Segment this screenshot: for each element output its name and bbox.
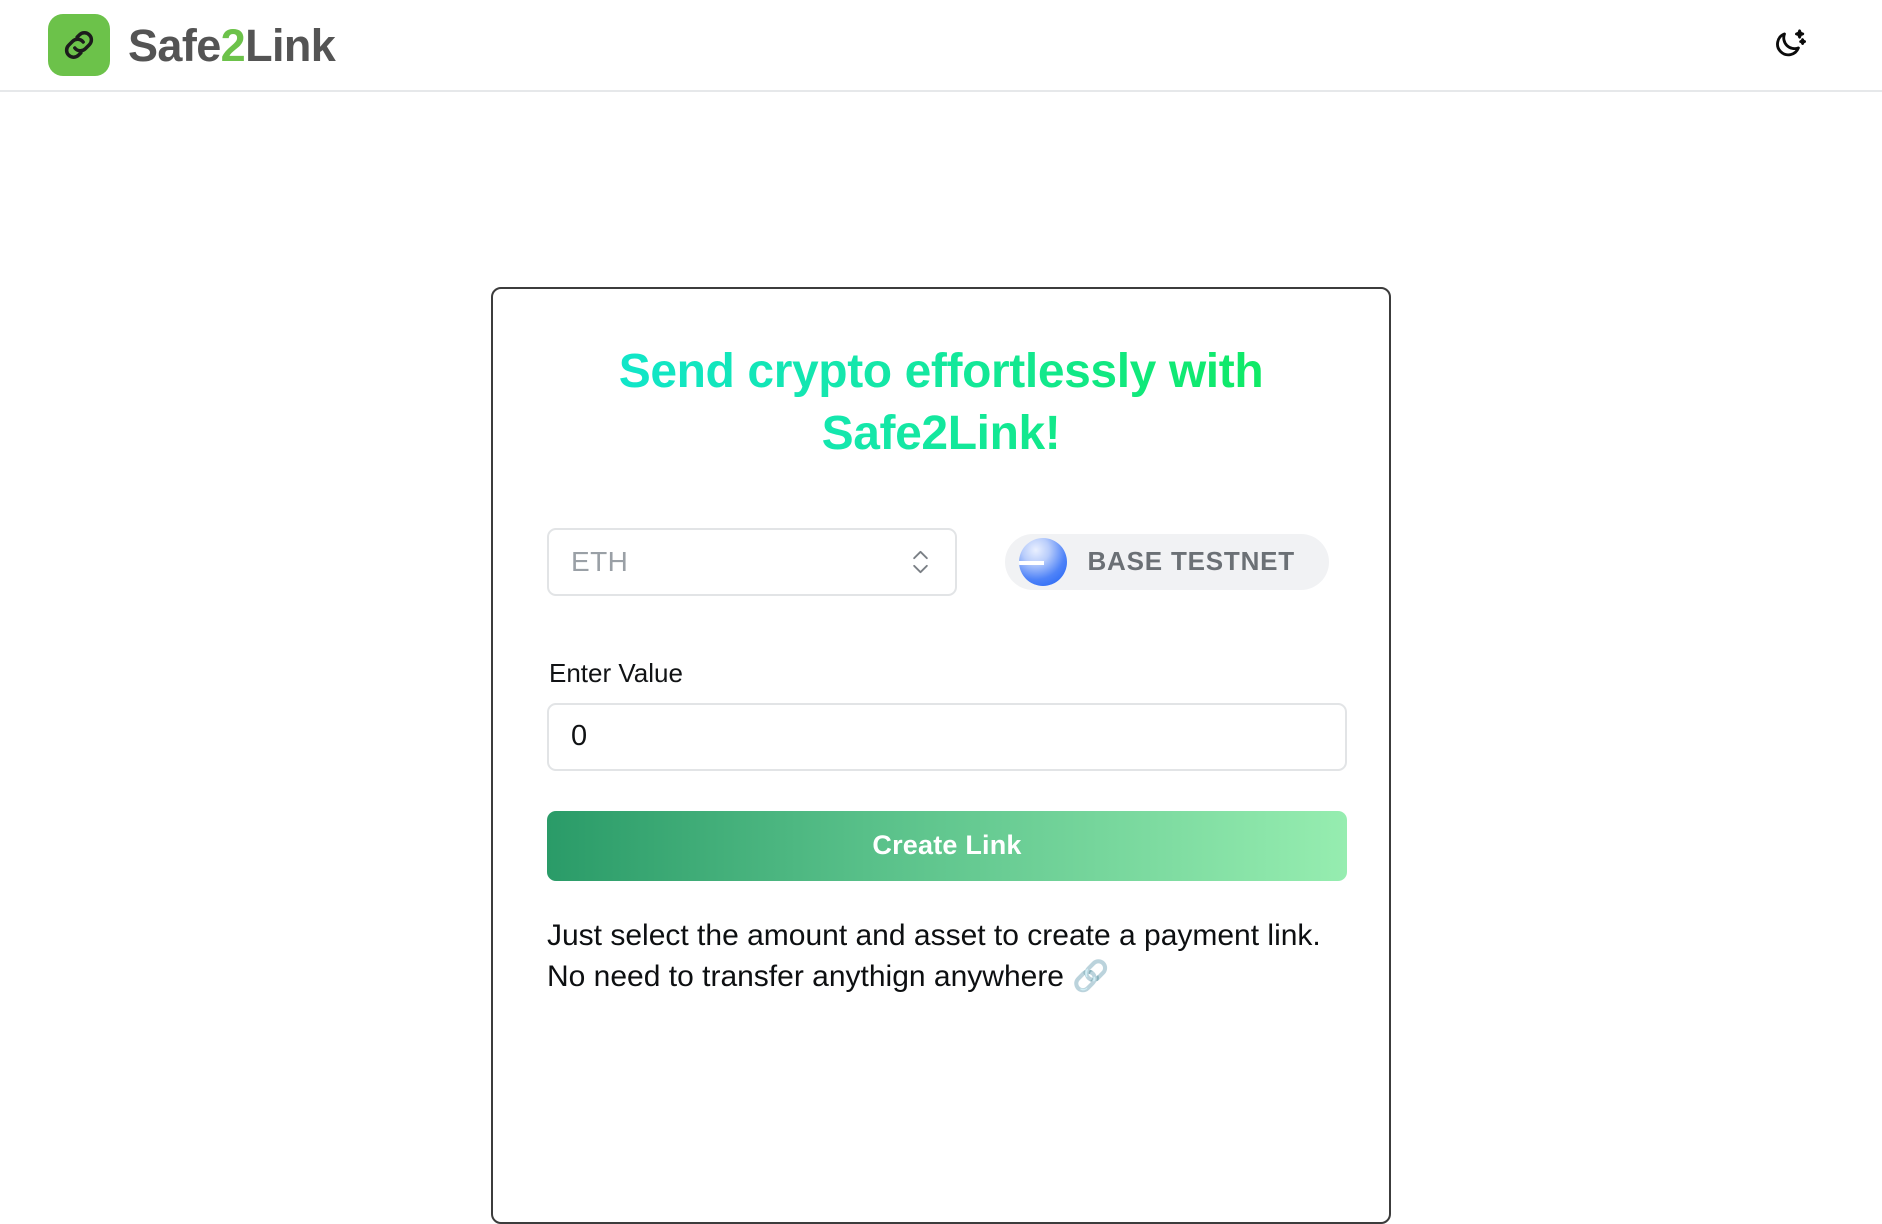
asset-select-value: ETH	[571, 545, 629, 577]
create-link-card: Send crypto effortlessly with Safe2Link!…	[491, 287, 1391, 1224]
brand-name-part-one: Safe	[128, 19, 221, 71]
base-network-icon	[1019, 537, 1068, 586]
main-content: Send crypto effortlessly with Safe2Link!…	[0, 92, 1882, 1224]
value-input[interactable]	[547, 702, 1347, 771]
network-badge[interactable]: BASE TESTNET	[1005, 533, 1329, 590]
asset-and-network-row: ETH BASE TESTNET	[547, 527, 1335, 596]
helper-text-body: Just select the amount and asset to crea…	[547, 918, 1321, 994]
chevron-updown-icon	[912, 549, 929, 574]
create-link-button[interactable]: Create Link	[547, 810, 1347, 881]
chain-link-icon	[48, 14, 110, 76]
helper-text: Just select the amount and asset to crea…	[547, 915, 1335, 998]
network-badge-label: BASE TESTNET	[1087, 546, 1295, 577]
theme-toggle-button[interactable]	[1762, 17, 1818, 73]
brand-name-part-two: Link	[245, 19, 336, 71]
brand-name-accent: 2	[220, 19, 246, 71]
page-title: Send crypto effortlessly with Safe2Link!	[547, 341, 1335, 466]
asset-select[interactable]: ETH	[547, 527, 957, 596]
app-header: Safe2Link	[0, 0, 1882, 92]
brand-wordmark: Safe2Link	[128, 19, 336, 71]
moon-stars-icon	[1772, 26, 1808, 65]
link-emoji-icon: 🔗	[1072, 960, 1110, 994]
value-field-label: Enter Value	[549, 657, 683, 688]
brand-logo[interactable]: Safe2Link	[48, 14, 336, 76]
